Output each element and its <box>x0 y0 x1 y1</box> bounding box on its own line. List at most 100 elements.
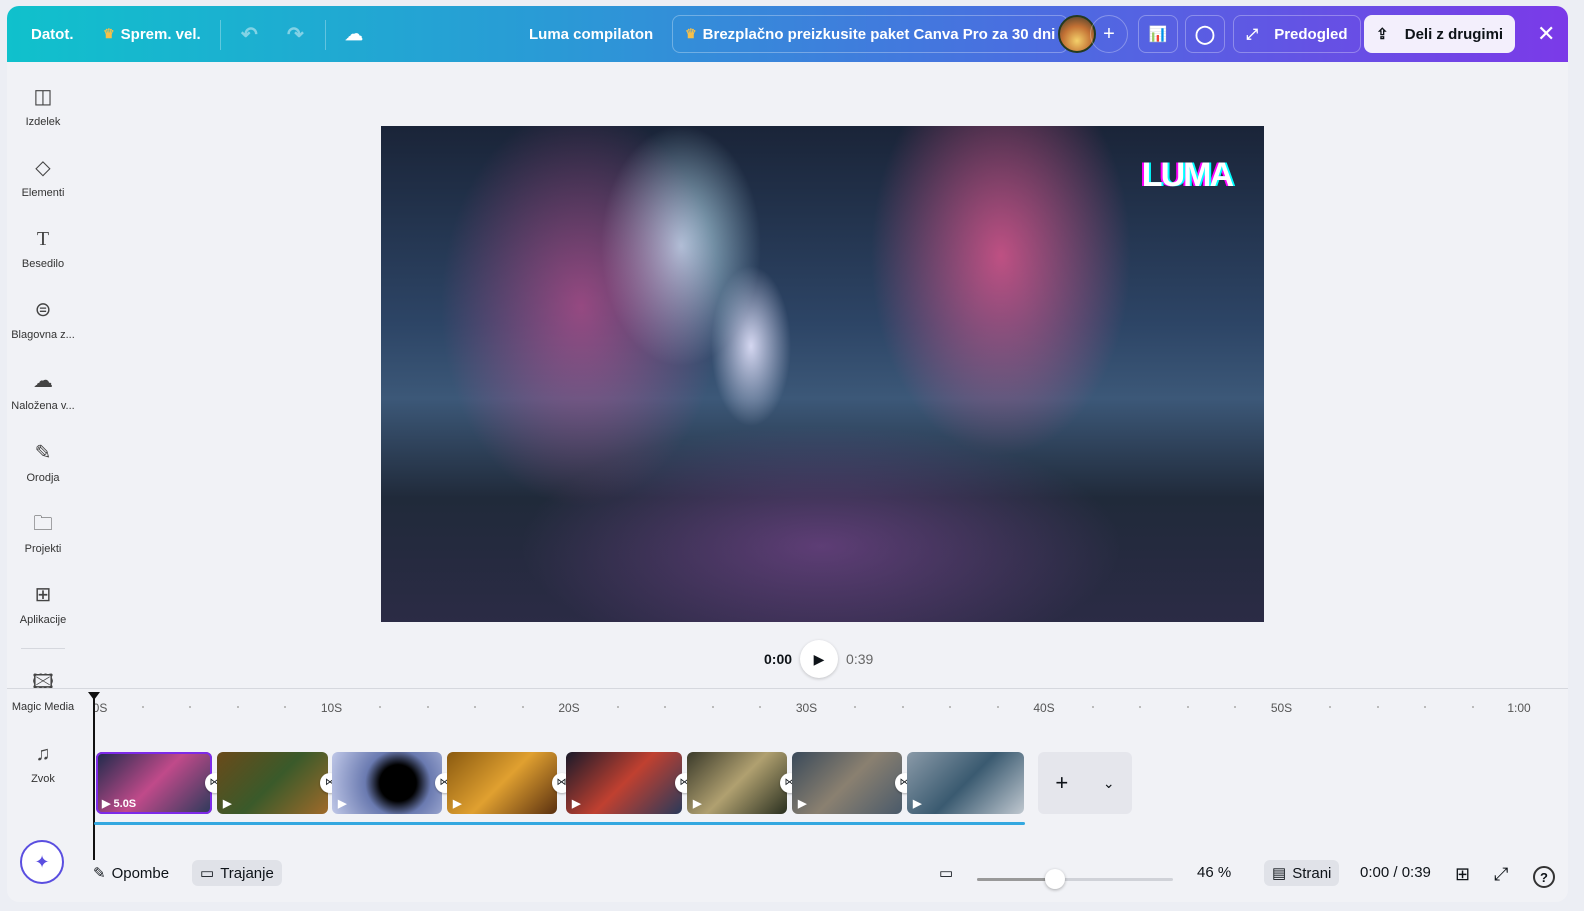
shapes-icon: ◇ <box>35 157 51 179</box>
design-title[interactable]: Luma compilaton <box>517 15 665 53</box>
zoom-level[interactable]: 46 % <box>1197 864 1231 881</box>
sidebar-item-izdelek[interactable]: ◫ Izdelek <box>7 84 79 128</box>
tick-mark <box>379 706 381 708</box>
pages-icon: ▤ <box>1272 865 1287 882</box>
timeline-clip[interactable]: ▶ <box>792 752 902 814</box>
sidebar-item-brand[interactable]: ⊜ Blagovna z... <box>7 297 79 341</box>
help-icon[interactable]: ? <box>1533 866 1555 888</box>
tick-label: 30S <box>795 701 818 715</box>
sidebar-label: Besedilo <box>21 258 65 270</box>
video-icon: ▶ <box>453 798 462 810</box>
zoom-slider[interactable] <box>977 869 1173 889</box>
tick-mark <box>1329 706 1331 708</box>
tick-mark <box>141 706 144 708</box>
luma-logo: LUMA <box>1141 156 1234 194</box>
timeline-clip[interactable]: ▶ <box>447 752 557 814</box>
cloud-saved-icon[interactable]: ☁ <box>333 15 375 53</box>
comment-icon[interactable]: ◯ <box>1185 15 1225 53</box>
undo-button[interactable]: ↶ <box>229 15 270 53</box>
tick-mark <box>1234 706 1236 708</box>
promo-label: Brezplačno preizkusite paket Canva Pro z… <box>702 25 1056 43</box>
sidebar-label: Aplikacije <box>19 614 67 626</box>
sidebar-item-aplikacije[interactable]: ⊞ Aplikacije <box>7 582 79 626</box>
pro-trial-button[interactable]: ♛ Brezplačno preizkusite paket Canva Pro … <box>672 15 1069 53</box>
current-time: 0:00 <box>764 651 793 667</box>
timeline-clip[interactable]: ▶ <box>907 752 1024 814</box>
time-readout: 0:00 / 0:39 <box>1360 864 1431 881</box>
tick-label: 20S <box>558 701 580 715</box>
sidebar-label: Izdelek <box>25 116 61 128</box>
resize-label: Sprem. vel. <box>120 25 201 43</box>
tick-mark <box>474 706 476 708</box>
sidebar-item-zvok[interactable]: ♫ Zvok <box>7 741 79 785</box>
tick-mark <box>1186 706 1189 708</box>
title-text: Luma compilaton <box>529 25 654 43</box>
sidebar-label: Projekti <box>24 543 62 555</box>
duration-button[interactable]: ▭ Trajanje <box>192 860 282 886</box>
file-menu-button[interactable]: Datot. <box>19 15 86 53</box>
timeline-clip[interactable]: ▶ <box>566 752 682 814</box>
sidebar-item-orodja[interactable]: ✎ Orodja <box>7 440 79 484</box>
notes-icon: ✎ <box>93 865 106 882</box>
video-icon: ▶ <box>572 798 581 810</box>
crown-icon: ♛ <box>685 26 697 41</box>
top-bar: Datot. ♛ Sprem. vel. ↶ ↷ ☁ Luma compilato… <box>7 6 1568 62</box>
folder-icon: 🗀 <box>33 513 53 535</box>
video-canvas[interactable]: LUMA <box>381 126 1264 622</box>
layout-icon: ◫ <box>33 86 53 108</box>
upload-icon: ⇪ <box>1376 26 1389 43</box>
file-label: Datot. <box>31 25 74 43</box>
notes-button[interactable]: ✎ Opombe <box>93 864 169 883</box>
fullscreen-icon[interactable]: ⤢ <box>1494 864 1508 885</box>
sidebar-item-projekti[interactable]: 🗀 Projekti <box>7 511 79 555</box>
zoom-text: 46 % <box>1197 864 1232 881</box>
resize-button[interactable]: ♛ Sprem. vel. <box>91 15 213 53</box>
timeline-clip[interactable]: ▶ <box>332 752 442 814</box>
sidebar-item-elementi[interactable]: ◇ Elementi <box>7 155 79 199</box>
sidebar-label: Naložena v... <box>11 400 75 412</box>
play-button[interactable]: ▶ <box>800 640 839 678</box>
tick-mark <box>1139 706 1141 708</box>
music-icon: ♫ <box>35 743 51 765</box>
tick-mark <box>426 706 429 708</box>
sidebar-item-uploads[interactable]: ☁ Naložena v... <box>7 368 79 412</box>
preview-button[interactable]: ⤢ Predogled <box>1233 15 1361 53</box>
player-controls: 0:00 ▶ 0:39 <box>764 640 873 678</box>
tick-mark <box>1091 706 1094 708</box>
tick-mark <box>949 706 951 708</box>
video-icon: ▶ <box>693 798 702 810</box>
tick-mark <box>1471 706 1474 708</box>
tick-label: 50S <box>1270 701 1293 715</box>
add-page-button[interactable]: + ⌄ <box>1038 752 1132 814</box>
sidebar-item-magic-media[interactable]: 🖾 Magic Media <box>7 669 79 713</box>
text-icon: T <box>36 228 50 250</box>
share-button[interactable]: ⇪ Deli z drugimi <box>1364 15 1516 53</box>
editor-window: Datot. ♛ Sprem. vel. ↶ ↷ ☁ Luma compilato… <box>7 6 1568 902</box>
magic-assistant-button[interactable]: ✦ <box>20 840 64 884</box>
crown-icon: ♛ <box>103 26 115 41</box>
sidebar-label: Zvok <box>31 773 55 785</box>
playhead[interactable] <box>93 692 95 860</box>
magic-media-icon: 🖾 <box>32 671 54 693</box>
pages-label: Strani <box>1292 864 1332 882</box>
duration-icon: ▭ <box>200 865 215 882</box>
zoom-slider-handle[interactable] <box>1045 869 1066 889</box>
tick-mark <box>854 706 856 708</box>
redo-button[interactable]: ↷ <box>275 15 316 53</box>
timeline-clip[interactable]: ▶ 5.0S <box>96 752 212 814</box>
page-view-icon[interactable]: ▭ <box>939 864 953 882</box>
sidebar-item-besedilo[interactable]: T Besedilo <box>7 226 79 270</box>
timeline-clip[interactable]: ▶ <box>687 752 787 814</box>
total-time: 0:39 <box>846 651 874 667</box>
add-collaborator-button[interactable]: + <box>1090 15 1128 53</box>
timeline-clip[interactable]: ▶ <box>217 752 328 814</box>
upload-icon: ☁ <box>33 370 53 392</box>
close-icon[interactable]: ✕ <box>1525 15 1567 53</box>
tick-mark <box>1424 706 1426 708</box>
chevron-down-icon[interactable]: ⌄ <box>1103 775 1115 792</box>
tick-mark <box>521 706 524 708</box>
insights-icon[interactable]: 📊 <box>1138 15 1178 53</box>
pages-button[interactable]: ▤ Strani <box>1264 860 1340 886</box>
tick-mark <box>996 706 999 708</box>
grid-view-icon[interactable]: ⊞ <box>1455 864 1470 885</box>
